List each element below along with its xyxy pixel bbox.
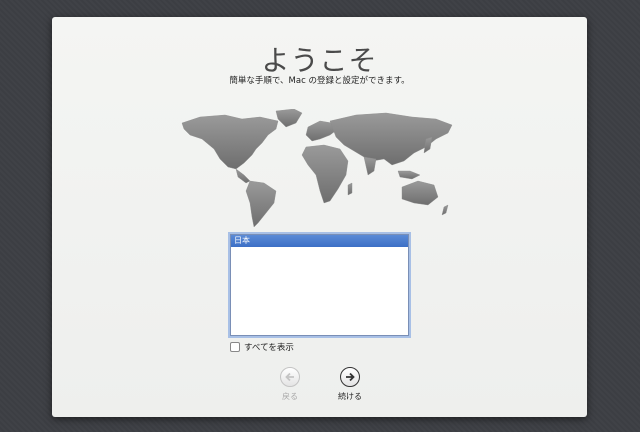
setup-assistant-panel: ようこそ 簡単な手順で、Mac の登録と設定ができます。 日本 すべてを表示 戻… — [52, 17, 587, 417]
country-list-item-selected[interactable]: 日本 — [231, 235, 408, 247]
show-all-checkbox[interactable] — [230, 342, 240, 352]
show-all-option[interactable]: すべてを表示 — [230, 341, 294, 353]
continue-button-label: 続ける — [338, 392, 362, 401]
show-all-label: すべてを表示 — [244, 343, 294, 353]
country-list[interactable]: 日本 — [230, 234, 409, 336]
continue-button[interactable]: 続ける — [325, 367, 375, 402]
arrow-right-icon — [340, 367, 360, 387]
world-map-image — [181, 109, 453, 228]
back-button-label: 戻る — [282, 392, 298, 401]
arrow-left-icon — [280, 367, 300, 387]
welcome-subtitle: 簡単な手順で、Mac の登録と設定ができます。 — [229, 76, 410, 86]
back-button[interactable]: 戻る — [265, 367, 315, 402]
welcome-title: ようこそ — [261, 44, 378, 77]
